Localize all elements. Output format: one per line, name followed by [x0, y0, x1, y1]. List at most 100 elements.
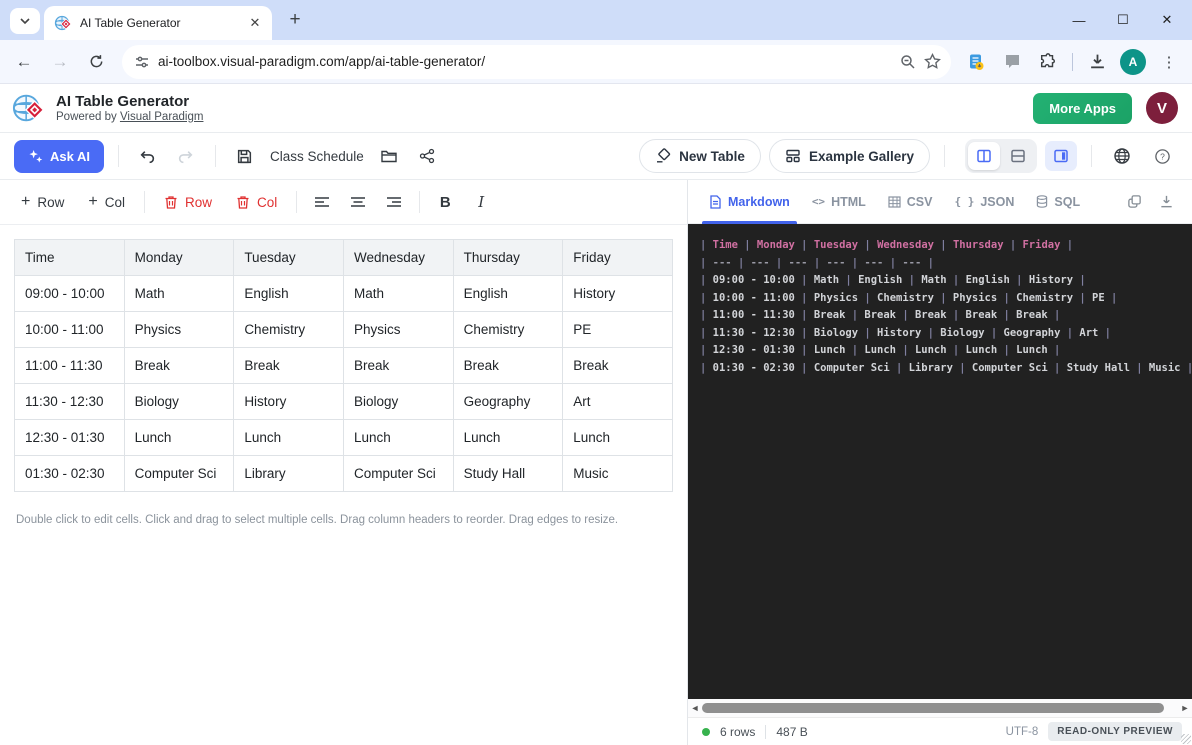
window-close-button[interactable]: ✕ — [1158, 12, 1176, 28]
split-vertical-button[interactable] — [968, 142, 1000, 170]
reading-list-extension-icon[interactable] — [961, 47, 991, 77]
tab-json[interactable]: { } JSON — [945, 180, 1023, 224]
column-header[interactable]: Tuesday — [234, 240, 344, 276]
table-cell[interactable]: History — [234, 384, 344, 420]
toggle-preview-panel-button[interactable] — [1045, 141, 1077, 171]
copy-button[interactable] — [1120, 188, 1148, 216]
language-button[interactable] — [1106, 141, 1138, 171]
new-tab-button[interactable]: + — [282, 9, 308, 31]
table-cell[interactable]: Break — [563, 348, 673, 384]
table-cell[interactable]: Lunch — [343, 420, 453, 456]
visual-paradigm-link[interactable]: Visual Paradigm — [120, 111, 204, 123]
table-cell[interactable]: Physics — [343, 312, 453, 348]
column-header[interactable]: Thursday — [453, 240, 563, 276]
undo-button[interactable] — [133, 141, 163, 171]
new-table-button[interactable]: New Table — [639, 139, 761, 173]
horizontal-scrollbar[interactable]: ◄ ► — [688, 699, 1192, 717]
tab-close-icon[interactable]: ✕ — [246, 14, 264, 32]
table-cell[interactable]: History — [563, 276, 673, 312]
scrollbar-thumb[interactable] — [702, 703, 1164, 713]
table-cell[interactable]: Chemistry — [234, 312, 344, 348]
user-avatar[interactable]: V — [1146, 92, 1178, 124]
example-gallery-button[interactable]: Example Gallery — [769, 139, 930, 173]
ask-ai-button[interactable]: Ask AI — [14, 140, 104, 173]
column-header[interactable]: Friday — [563, 240, 673, 276]
split-horizontal-button[interactable] — [1002, 142, 1034, 170]
table-cell[interactable]: Biology — [124, 384, 234, 420]
delete-col-button[interactable]: Col — [225, 189, 288, 216]
table-cell[interactable]: Computer Sci — [343, 456, 453, 492]
bold-button[interactable]: B — [428, 187, 462, 217]
browser-menu-icon[interactable]: ⋮ — [1154, 47, 1184, 77]
address-bar[interactable]: ai-toolbox.visual-paradigm.com/app/ai-ta… — [122, 45, 951, 79]
scroll-right-arrow[interactable]: ► — [1178, 703, 1192, 713]
table-cell[interactable]: 10:00 - 11:00 — [15, 312, 125, 348]
delete-row-button[interactable]: Row — [153, 189, 223, 216]
table-cell[interactable]: English — [234, 276, 344, 312]
tab-csv[interactable]: CSV — [879, 180, 942, 224]
markdown-code[interactable]: | Time | Monday | Tuesday | Wednesday | … — [688, 224, 1192, 699]
table-cell[interactable]: PE — [563, 312, 673, 348]
help-button[interactable]: ? — [1146, 141, 1178, 171]
table-cell[interactable]: Geography — [453, 384, 563, 420]
table-cell[interactable]: 11:30 - 12:30 — [15, 384, 125, 420]
align-center-button[interactable] — [341, 187, 375, 217]
column-header[interactable]: Time — [15, 240, 125, 276]
table-cell[interactable]: 09:00 - 10:00 — [15, 276, 125, 312]
more-apps-button[interactable]: More Apps — [1033, 93, 1132, 124]
window-minimize-button[interactable]: — — [1070, 13, 1088, 28]
open-folder-button[interactable] — [374, 141, 404, 171]
table-cell[interactable]: Library — [234, 456, 344, 492]
download-button[interactable] — [1152, 188, 1180, 216]
reload-button[interactable] — [80, 46, 112, 78]
bookmark-star-icon[interactable] — [924, 53, 941, 70]
table-cell[interactable]: Art — [563, 384, 673, 420]
scroll-left-arrow[interactable]: ◄ — [688, 703, 702, 713]
align-right-button[interactable] — [377, 187, 411, 217]
forward-button[interactable]: → — [44, 46, 76, 78]
table-cell[interactable]: Math — [124, 276, 234, 312]
table-name[interactable]: Class Schedule — [270, 149, 364, 164]
redo-button[interactable] — [171, 141, 201, 171]
extensions-puzzle-icon[interactable] — [1033, 47, 1063, 77]
align-left-button[interactable] — [305, 187, 339, 217]
url-text[interactable]: ai-toolbox.visual-paradigm.com/app/ai-ta… — [158, 54, 892, 69]
table-cell[interactable]: 11:00 - 11:30 — [15, 348, 125, 384]
table-cell[interactable]: Lunch — [124, 420, 234, 456]
table-cell[interactable]: English — [453, 276, 563, 312]
window-maximize-button[interactable]: ☐ — [1114, 12, 1132, 28]
tab-search-button[interactable] — [10, 8, 40, 34]
downloads-icon[interactable] — [1082, 47, 1112, 77]
table-cell[interactable]: Break — [234, 348, 344, 384]
comment-extension-icon[interactable] — [997, 47, 1027, 77]
table-cell[interactable]: Math — [343, 276, 453, 312]
add-col-button[interactable]: + Col — [77, 188, 136, 216]
resize-grip[interactable] — [1181, 734, 1191, 744]
italic-button[interactable]: I — [464, 187, 498, 217]
table-cell[interactable]: Physics — [124, 312, 234, 348]
table-cell[interactable]: Lunch — [234, 420, 344, 456]
table-cell[interactable]: Computer Sci — [124, 456, 234, 492]
tab-html[interactable]: <> HTML — [803, 180, 875, 224]
table-cell[interactable]: Biology — [343, 384, 453, 420]
table-cell[interactable]: Lunch — [453, 420, 563, 456]
tab-markdown[interactable]: Markdown — [700, 180, 799, 224]
browser-tab[interactable]: AI Table Generator ✕ — [44, 6, 272, 40]
table-cell[interactable]: 12:30 - 01:30 — [15, 420, 125, 456]
save-button[interactable] — [230, 141, 260, 171]
table-cell[interactable]: Break — [343, 348, 453, 384]
table-cell[interactable]: Break — [124, 348, 234, 384]
site-settings-icon[interactable] — [134, 54, 150, 70]
tab-sql[interactable]: SQL — [1027, 180, 1089, 224]
back-button[interactable]: ← — [8, 46, 40, 78]
table-cell[interactable]: Chemistry — [453, 312, 563, 348]
profile-avatar[interactable]: A — [1118, 47, 1148, 77]
table-cell[interactable]: Lunch — [563, 420, 673, 456]
table-cell[interactable]: Break — [453, 348, 563, 384]
table-cell[interactable]: Study Hall — [453, 456, 563, 492]
share-button[interactable] — [412, 141, 442, 171]
table-cell[interactable]: Music — [563, 456, 673, 492]
add-row-button[interactable]: + Row — [10, 188, 75, 216]
zoom-out-icon[interactable] — [900, 54, 916, 70]
table-cell[interactable]: 01:30 - 02:30 — [15, 456, 125, 492]
